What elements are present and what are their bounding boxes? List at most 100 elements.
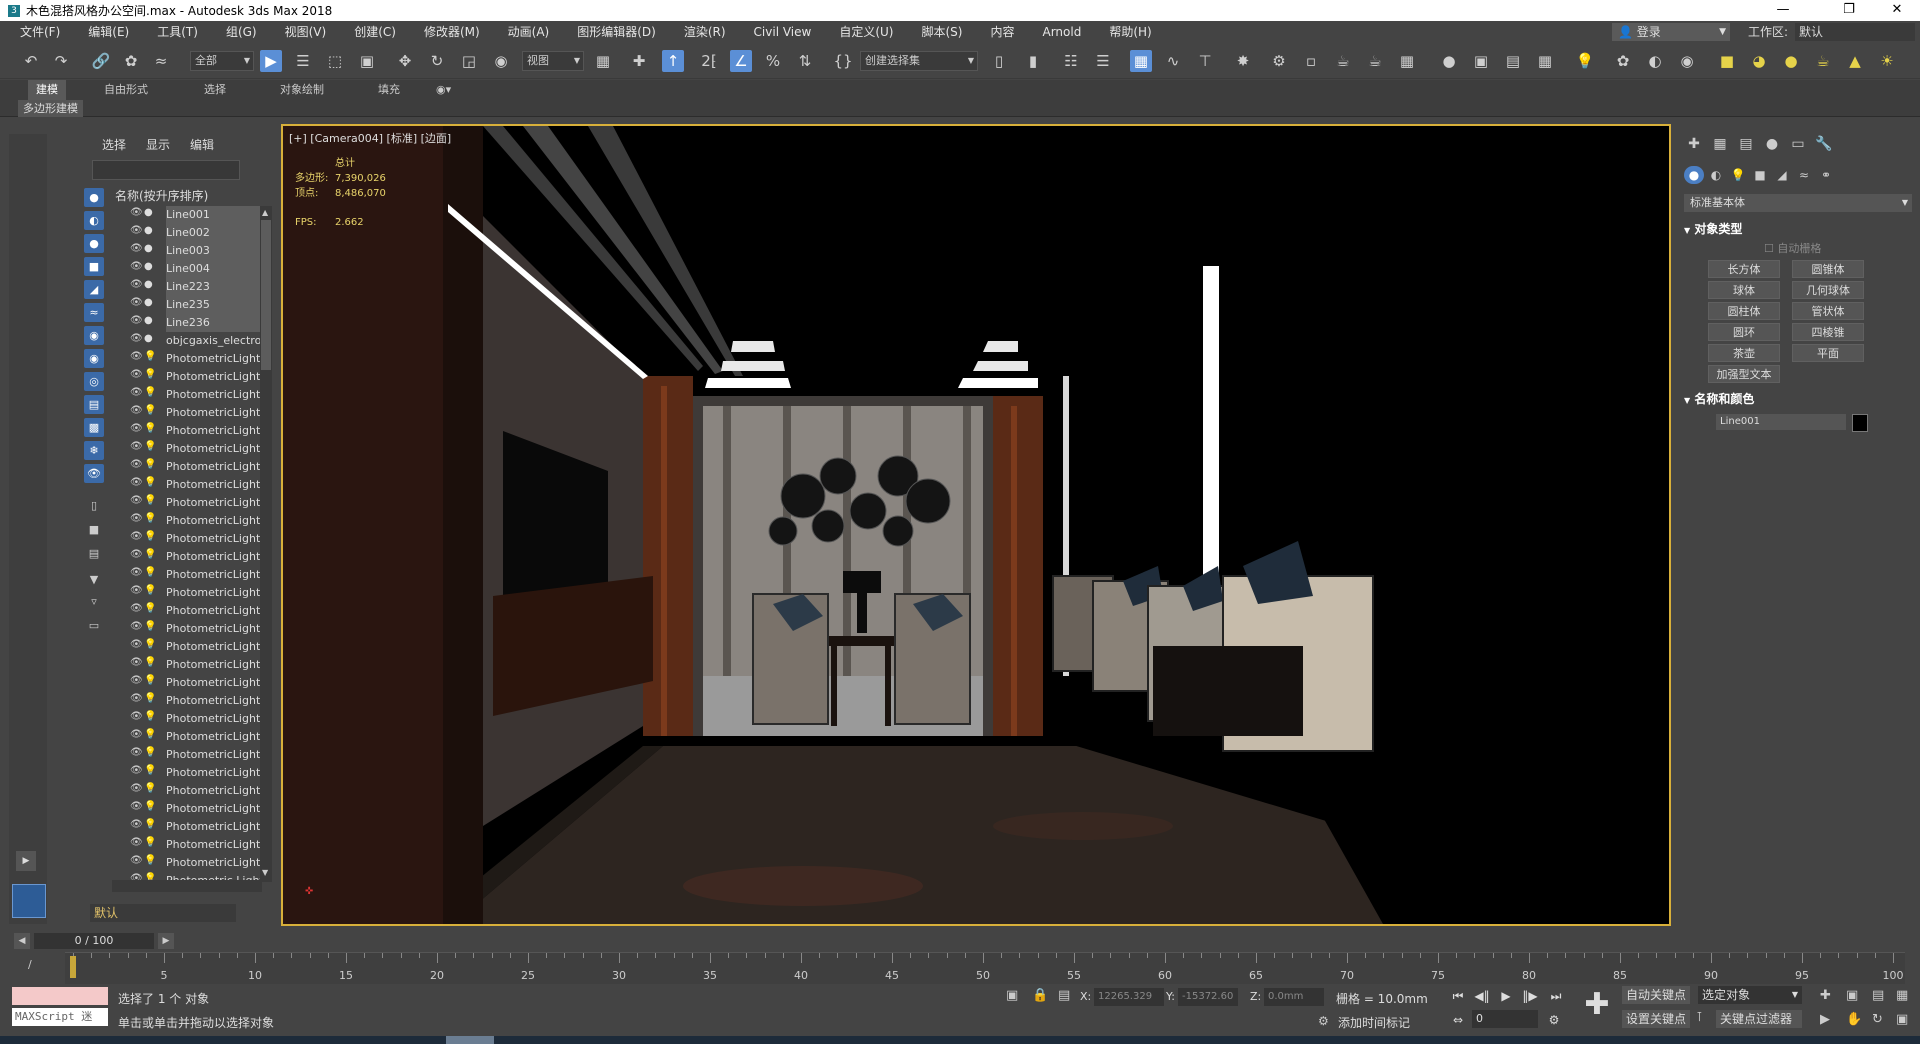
scene-item[interactable]: 👁 💡 PhotometricLight (126, 530, 260, 548)
visibility-eye-icon[interactable]: 👁 (130, 837, 143, 848)
scene-explorer-scroll-thumb[interactable] (261, 220, 271, 370)
visibility-eye-icon[interactable]: 👁 (130, 729, 143, 740)
visibility-eye-icon[interactable]: 👁 (130, 711, 143, 722)
cameras-category-icon[interactable]: ■ (1750, 166, 1770, 184)
display-none-icon[interactable]: ■ (84, 520, 104, 539)
layer-dropdown[interactable]: 默认 (90, 904, 236, 922)
display-shapes-icon[interactable]: ● (84, 234, 104, 253)
select-manipulate-icon[interactable]: ✚ (628, 50, 650, 72)
bind-spacewarp-icon[interactable]: ≈ (150, 50, 172, 72)
scene-explorer-search-input[interactable] (92, 160, 240, 180)
display-lights-icon[interactable]: ■ (84, 257, 104, 276)
visibility-eye-icon[interactable]: 👁 (130, 549, 143, 560)
object-type-button[interactable]: 茶壶 (1708, 344, 1780, 362)
set-keys-icon[interactable]: ✚ (1580, 988, 1614, 1024)
unlink-icon[interactable]: ✿ (120, 50, 142, 72)
lights-category-icon[interactable]: 💡 (1728, 166, 1748, 184)
selection-filter-dropdown[interactable]: 全部 ▼ (190, 51, 254, 71)
polygon-modeling-label[interactable]: 多边形建模 (18, 100, 83, 117)
arnold-grid-icon[interactable]: ▦ (1534, 50, 1556, 72)
object-type-button[interactable]: 球体 (1708, 281, 1780, 299)
object-type-button[interactable]: 圆环 (1708, 323, 1780, 341)
key-mode-toggle-icon[interactable]: ⇔ (1448, 1010, 1468, 1030)
scene-item[interactable]: 👁 ● Line223 (126, 278, 260, 296)
display-bones-icon[interactable]: ▤ (84, 395, 104, 414)
track-bar[interactable]: 5 10 15 20 25 30 35 40 45 50 55 60 65 70 75 80 85 90 95 100 (65, 952, 1905, 984)
track-bar-icon[interactable]: ∕ (28, 958, 32, 971)
viewport-label[interactable]: [+] [Camera004] [标准] [边面] (289, 130, 451, 146)
autogrid-checkbox[interactable]: ☐ 自动栅格 (1764, 240, 1821, 256)
zoom-extents-icon[interactable]: ▤ (1872, 988, 1884, 1003)
scene-item[interactable]: 👁 ● Line236 (126, 314, 260, 332)
display-none-icon[interactable]: ● (84, 188, 104, 207)
menu-item-15[interactable]: 帮助(H) (1095, 21, 1165, 43)
angle-snap-icon[interactable]: ∠ (730, 50, 752, 72)
object-color-swatch[interactable] (1852, 414, 1868, 432)
mirror-icon[interactable]: ▯ (988, 50, 1010, 72)
time-prev-icon[interactable]: ◀ (14, 933, 30, 949)
scene-explorer-hscrollbar[interactable] (112, 880, 262, 892)
named-selection-dropdown[interactable]: 创建选择集 ▼ (860, 51, 978, 71)
key-filter-icon[interactable]: ⊺ (1696, 1010, 1703, 1025)
scene-item[interactable]: 👁 ● Line003 (126, 242, 260, 260)
field-of-view-icon[interactable]: ▶ (1820, 1012, 1830, 1027)
arnold-dome-icon[interactable]: ◕ (1748, 50, 1770, 72)
scene-item[interactable]: 👁 💡 PhotometricLight (126, 368, 260, 386)
keyboard-shortcut-override-icon[interactable]: ↑ (662, 50, 684, 72)
scene-item[interactable]: 👁 💡 PhotometricLight (126, 764, 260, 782)
utilities-tab-icon[interactable]: 🔧 (1812, 134, 1836, 154)
arnold-cone-icon[interactable]: ▲ (1844, 50, 1866, 72)
scene-item[interactable]: 👁 💡 PhotometricLight (126, 800, 260, 818)
rendered-frame-window-icon[interactable]: ▫ (1300, 50, 1322, 72)
select-by-name-icon[interactable]: ☰ (292, 50, 314, 72)
menu-item-2[interactable]: 工具(T) (143, 21, 212, 43)
menu-item-6[interactable]: 修改器(M) (410, 21, 494, 43)
geometry-category-icon[interactable]: ● (1684, 166, 1704, 184)
se-menu-edit[interactable]: 编辑 (190, 136, 214, 153)
menu-item-10[interactable]: Civil View (740, 21, 826, 43)
orbit-icon[interactable]: ↻ (1872, 1012, 1883, 1027)
time-next-icon[interactable]: ▶ (158, 933, 174, 949)
ribbon-tab-selection[interactable]: 选择 (204, 80, 226, 100)
visibility-eye-icon[interactable]: 👁 (130, 477, 143, 488)
helpers-category-icon[interactable]: ◢ (1772, 166, 1792, 184)
key-filters-button[interactable]: 关键点过滤器 (1716, 1010, 1802, 1028)
visibility-eye-icon[interactable]: 👁 (130, 621, 143, 632)
scene-item[interactable]: 👁 💡 PhotometricLight (126, 656, 260, 674)
visibility-eye-icon[interactable]: 👁 (130, 657, 143, 668)
scene-item[interactable]: 👁 ● objcgaxis_electro (126, 332, 260, 350)
curve-editor-icon[interactable]: ∿ (1162, 50, 1184, 72)
menu-item-12[interactable]: 脚本(S) (907, 21, 976, 43)
visibility-eye-icon[interactable]: 👁 (130, 639, 143, 650)
menu-item-8[interactable]: 图形编辑器(D) (563, 21, 670, 43)
render-in-cloud-icon[interactable]: ▦ (1396, 50, 1418, 72)
scene-item[interactable]: 👁 💡 PhotometricLight (126, 674, 260, 692)
display-frozen-icon[interactable]: ❄ (84, 441, 104, 460)
visibility-eye-icon[interactable]: 👁 (130, 315, 143, 326)
x-coordinate-field[interactable]: 12265.329 (1094, 988, 1164, 1006)
zoom-all-icon[interactable]: ▣ (1846, 988, 1858, 1003)
scene-item[interactable]: 👁 💡 PhotometricLight (126, 548, 260, 566)
arnold-teapot2-icon[interactable]: ☕ (1812, 50, 1834, 72)
visibility-eye-icon[interactable]: 👁 (130, 747, 143, 758)
arnold-list-icon[interactable]: ▤ (1502, 50, 1524, 72)
toggle-scene-explorer-icon[interactable]: ☷ (1060, 50, 1082, 72)
minimize-button[interactable]: — (1760, 0, 1806, 21)
visibility-eye-icon[interactable]: 👁 (130, 819, 143, 830)
visibility-eye-icon[interactable]: 👁 (130, 279, 143, 290)
ribbon-tab-modeling[interactable]: 建模 (28, 80, 66, 100)
window-crossing-icon[interactable]: ▣ (356, 50, 378, 72)
arnold-box-icon[interactable]: ■ (1716, 50, 1738, 72)
ribbon-options-icon[interactable]: ◉▾ (436, 80, 451, 100)
scene-item[interactable]: 👁 💡 PhotometricLight (126, 386, 260, 404)
visibility-eye-icon[interactable]: 👁 (130, 765, 143, 776)
visibility-eye-icon[interactable]: 👁 (130, 387, 143, 398)
scroll-up-icon[interactable]: ▲ (262, 208, 268, 217)
scene-item[interactable]: 👁 💡 PhotometricLight (126, 818, 260, 836)
scene-item[interactable]: 👁 💡 PhotometricLight (126, 836, 260, 854)
filter-icon[interactable]: ▼ (84, 570, 104, 589)
arnold-sphere-icon[interactable]: ● (1780, 50, 1802, 72)
scene-item[interactable]: 👁 ● Line002 (126, 224, 260, 242)
close-button[interactable]: ✕ (1874, 0, 1920, 21)
camera-viewport[interactable]: [+] [Camera004] [标准] [边面] 总计 多边形: 7,390,0… (281, 124, 1671, 926)
